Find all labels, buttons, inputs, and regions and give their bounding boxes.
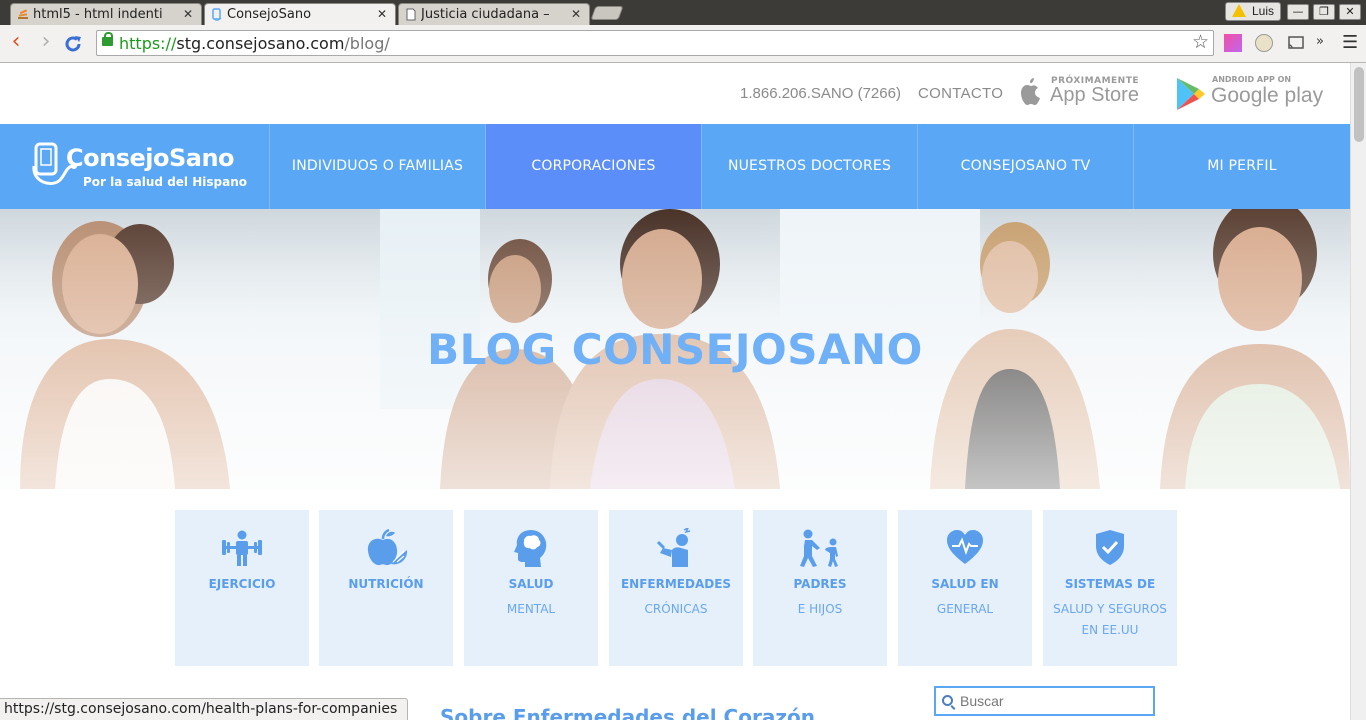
scrollbar-thumb[interactable] bbox=[1354, 67, 1364, 142]
warning-icon bbox=[1232, 4, 1246, 17]
search-input[interactable] bbox=[960, 691, 1148, 711]
category-title: SALUD bbox=[508, 577, 554, 591]
google-play-icon bbox=[1177, 78, 1205, 110]
url-text: https://stg.consejosano.com/blog/ bbox=[119, 34, 390, 53]
nav-item-individuos[interactable]: INDIVIDUOS O FAMILIAS bbox=[270, 124, 486, 209]
web-page: 1.866.206.SANO (7266) CONTACTO PRÓXIMAME… bbox=[0, 63, 1350, 720]
category-card-salud-general[interactable]: SALUD EN GENERAL bbox=[898, 510, 1032, 666]
nav-item-perfil[interactable]: MI PERFIL bbox=[1134, 124, 1350, 209]
close-window-button[interactable]: ✕ bbox=[1339, 4, 1361, 20]
page-icon bbox=[406, 8, 416, 21]
category-card-enfermedades[interactable]: ENFERMEDADES CRÓNICAS bbox=[609, 510, 743, 666]
category-subtitle: SALUD Y SEGUROS EN EE.UU bbox=[1053, 602, 1167, 637]
category-subtitle: GENERAL bbox=[936, 602, 994, 616]
consejosano-favicon bbox=[212, 8, 222, 21]
head-brain-icon bbox=[514, 530, 547, 567]
close-tab-icon[interactable]: ✕ bbox=[377, 7, 387, 21]
profile-button[interactable]: Luis bbox=[1225, 2, 1281, 21]
lock-icon bbox=[102, 32, 113, 46]
category-card-nutricion[interactable]: NUTRICIÓN bbox=[319, 510, 453, 666]
brand-tagline: Por la salud del Hispano bbox=[83, 175, 247, 189]
heart-pulse-icon bbox=[947, 530, 983, 564]
cast-icon[interactable] bbox=[1287, 34, 1305, 52]
app-store-badge[interactable]: PRÓXIMAMENTE App Store bbox=[1015, 75, 1145, 111]
browser-tab[interactable]: html5 - html indenti ✕ bbox=[10, 3, 202, 25]
browser-tab-strip: html5 - html indenti ✕ ConsejoSano ✕ Jus… bbox=[0, 0, 1366, 26]
maximize-button[interactable]: ❐ bbox=[1313, 4, 1335, 20]
address-bar[interactable]: https://stg.consejosano.com/blog/ ☆ bbox=[96, 30, 1214, 56]
post-title[interactable]: Sobre Enfermedades del Corazón bbox=[440, 705, 815, 720]
category-card-sistemas[interactable]: SISTEMAS DE SALUD Y SEGUROS EN EE.UU bbox=[1043, 510, 1177, 666]
category-grid: EJERCICIO NUTRICIÓN SALUD MENTAL ENFERME… bbox=[175, 510, 1177, 666]
nav-item-doctores[interactable]: NUESTROS DOCTORES bbox=[702, 124, 918, 209]
google-play-label: Google play bbox=[1211, 84, 1324, 107]
minimize-button[interactable]: — bbox=[1287, 4, 1309, 20]
category-card-ejercicio[interactable]: EJERCICIO bbox=[175, 510, 309, 666]
category-title: PADRES bbox=[793, 577, 847, 591]
stackoverflow-icon bbox=[18, 9, 28, 19]
page-scrollbar[interactable] bbox=[1350, 63, 1366, 720]
cookie-icon[interactable] bbox=[1255, 34, 1273, 52]
sick-person-icon bbox=[656, 528, 691, 567]
browser-tab-active[interactable]: ConsejoSano ✕ bbox=[204, 3, 396, 26]
nav-item-corporaciones[interactable]: CORPORACIONES bbox=[486, 124, 702, 209]
category-subtitle: CRÓNICAS bbox=[644, 602, 708, 616]
category-title: EJERCICIO bbox=[208, 577, 276, 591]
status-bar-url: https://stg.consejosano.com/health-plans… bbox=[0, 698, 409, 720]
shield-check-icon bbox=[1096, 530, 1124, 565]
apple-icon bbox=[367, 528, 408, 566]
reload-icon[interactable] bbox=[62, 33, 84, 55]
apple-logo-icon bbox=[1021, 78, 1040, 105]
tab-title: html5 - html indenti bbox=[33, 7, 163, 22]
close-tab-icon[interactable]: ✕ bbox=[571, 7, 581, 21]
contact-link[interactable]: CONTACTO bbox=[918, 85, 1003, 102]
consejosano-logo[interactable]: ConsejoSano Por la salud del Hispano bbox=[0, 124, 270, 209]
category-card-padres[interactable]: PADRES E HIJOS bbox=[753, 510, 887, 666]
tab-title: Justicia ciudadana – bbox=[421, 7, 550, 22]
hero-banner: BLOG CONSEJOSANO bbox=[0, 209, 1350, 489]
extensions-overflow-icon[interactable]: » bbox=[1316, 34, 1334, 52]
brand-name: ConsejoSano bbox=[66, 144, 235, 172]
phone-number[interactable]: 1.866.206.SANO (7266) bbox=[740, 85, 901, 102]
category-subtitle: E HIJOS bbox=[797, 602, 843, 616]
hero-title: BLOG CONSEJOSANO bbox=[427, 325, 923, 374]
category-title: ENFERMEDADES bbox=[620, 577, 732, 591]
category-title: SISTEMAS DE bbox=[1064, 577, 1156, 591]
search-icon bbox=[942, 695, 953, 706]
extension-icon[interactable] bbox=[1224, 34, 1242, 52]
back-button[interactable]: ‹ bbox=[4, 31, 28, 55]
top-utility-bar: 1.866.206.SANO (7266) CONTACTO PRÓXIMAME… bbox=[0, 63, 1350, 124]
tab-title: ConsejoSano bbox=[227, 7, 312, 22]
browser-tab[interactable]: Justicia ciudadana – ✕ bbox=[398, 3, 590, 25]
nav-item-tv[interactable]: CONSEJOSANO TV bbox=[918, 124, 1134, 209]
category-subtitle: MENTAL bbox=[506, 602, 556, 616]
main-navigation: ConsejoSano Por la salud del Hispano IND… bbox=[0, 124, 1350, 209]
dumbbell-person-icon bbox=[222, 530, 262, 566]
browser-toolbar: ‹ › https://stg.consejosano.com/blog/ ☆ … bbox=[0, 25, 1366, 63]
bookmark-star-icon[interactable]: ☆ bbox=[1192, 31, 1209, 53]
category-card-salud-mental[interactable]: SALUD MENTAL bbox=[464, 510, 598, 666]
search-box bbox=[934, 686, 1155, 716]
parent-child-icon bbox=[800, 529, 838, 567]
google-play-badge[interactable]: ANDROID APP ON Google play bbox=[1175, 75, 1325, 111]
close-tab-icon[interactable]: ✕ bbox=[183, 7, 193, 21]
forward-button[interactable]: › bbox=[34, 31, 58, 55]
category-title: SALUD EN bbox=[931, 577, 999, 591]
google-play-small-label: ANDROID APP ON bbox=[1212, 75, 1292, 84]
profile-name: Luis bbox=[1252, 4, 1275, 18]
category-title: NUTRICIÓN bbox=[348, 577, 424, 591]
app-store-label: App Store bbox=[1050, 84, 1139, 106]
browser-menu-icon[interactable]: ☰ bbox=[1342, 32, 1360, 53]
new-tab-button[interactable] bbox=[590, 6, 624, 20]
